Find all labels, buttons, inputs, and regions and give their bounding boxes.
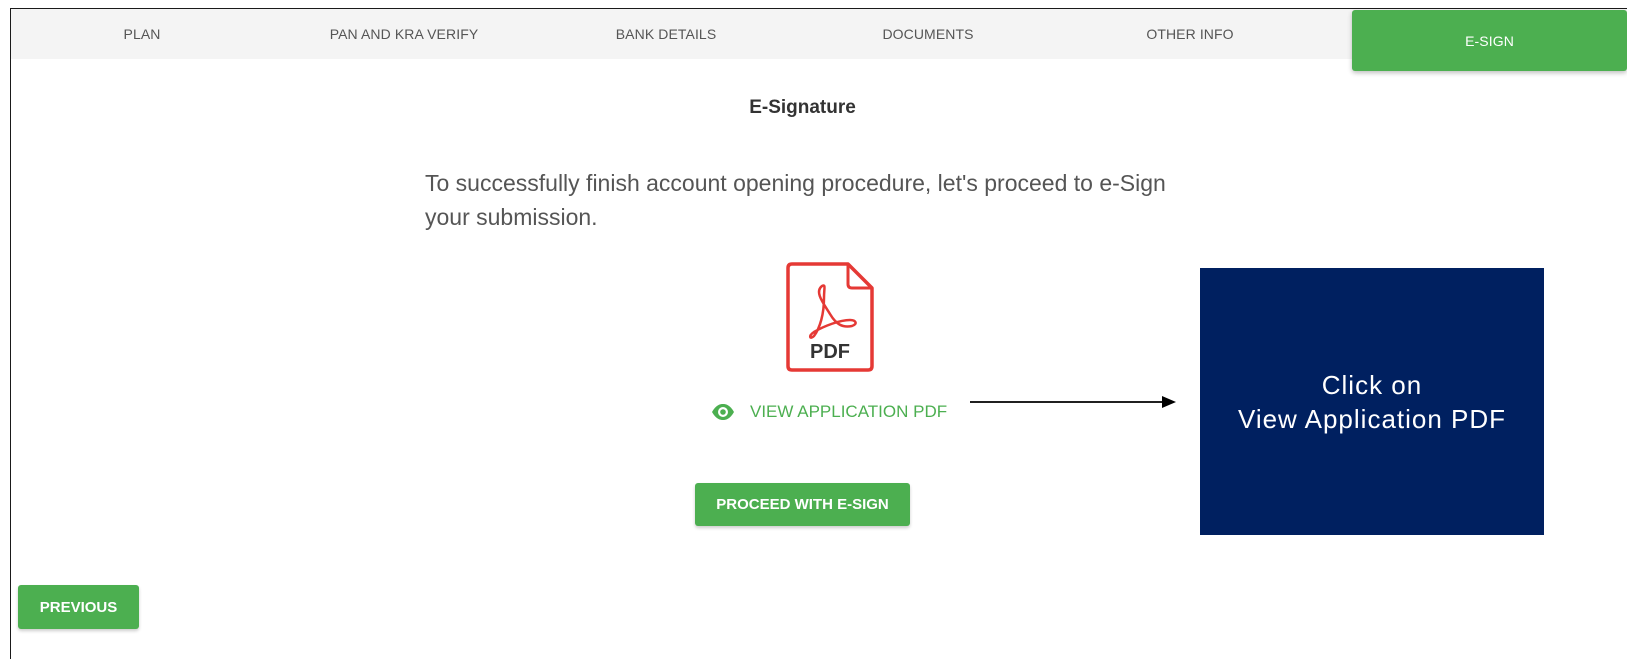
- callout-line-1: Click on: [1321, 369, 1423, 400]
- instruction-callout: Click on View Application PDF: [1200, 268, 1544, 535]
- callout-arrow: [970, 394, 1180, 410]
- tab-e-sign[interactable]: E-SIGN: [1352, 10, 1627, 71]
- pdf-file-icon[interactable]: PDF: [784, 262, 876, 374]
- eye-icon: [710, 399, 736, 425]
- pdf-icon-label: PDF: [810, 341, 850, 363]
- proceed-with-e-sign-button[interactable]: PROCEED WITH E-SIGN: [695, 483, 910, 526]
- tab-plan[interactable]: PLAN: [11, 9, 273, 59]
- intro-text: To successfully finish account opening p…: [425, 170, 1166, 230]
- tab-documents[interactable]: DOCUMENTS: [797, 9, 1059, 59]
- step-tabs: PLAN PAN AND KRA VERIFY BANK DETAILS DOC…: [11, 9, 1627, 71]
- tab-other-info[interactable]: OTHER INFO: [1059, 9, 1321, 59]
- callout-line-2: View Application PDF: [1237, 403, 1507, 434]
- tab-bank-details[interactable]: BANK DETAILS: [535, 9, 797, 59]
- tab-pan-and-kra-verify[interactable]: PAN AND KRA VERIFY: [273, 9, 535, 59]
- previous-button[interactable]: PREVIOUS: [18, 585, 139, 629]
- page-title: E-Signature: [749, 97, 856, 118]
- view-application-pdf-label: VIEW APPLICATION PDF: [750, 402, 948, 421]
- view-application-pdf-link[interactable]: VIEW APPLICATION PDF: [710, 399, 947, 425]
